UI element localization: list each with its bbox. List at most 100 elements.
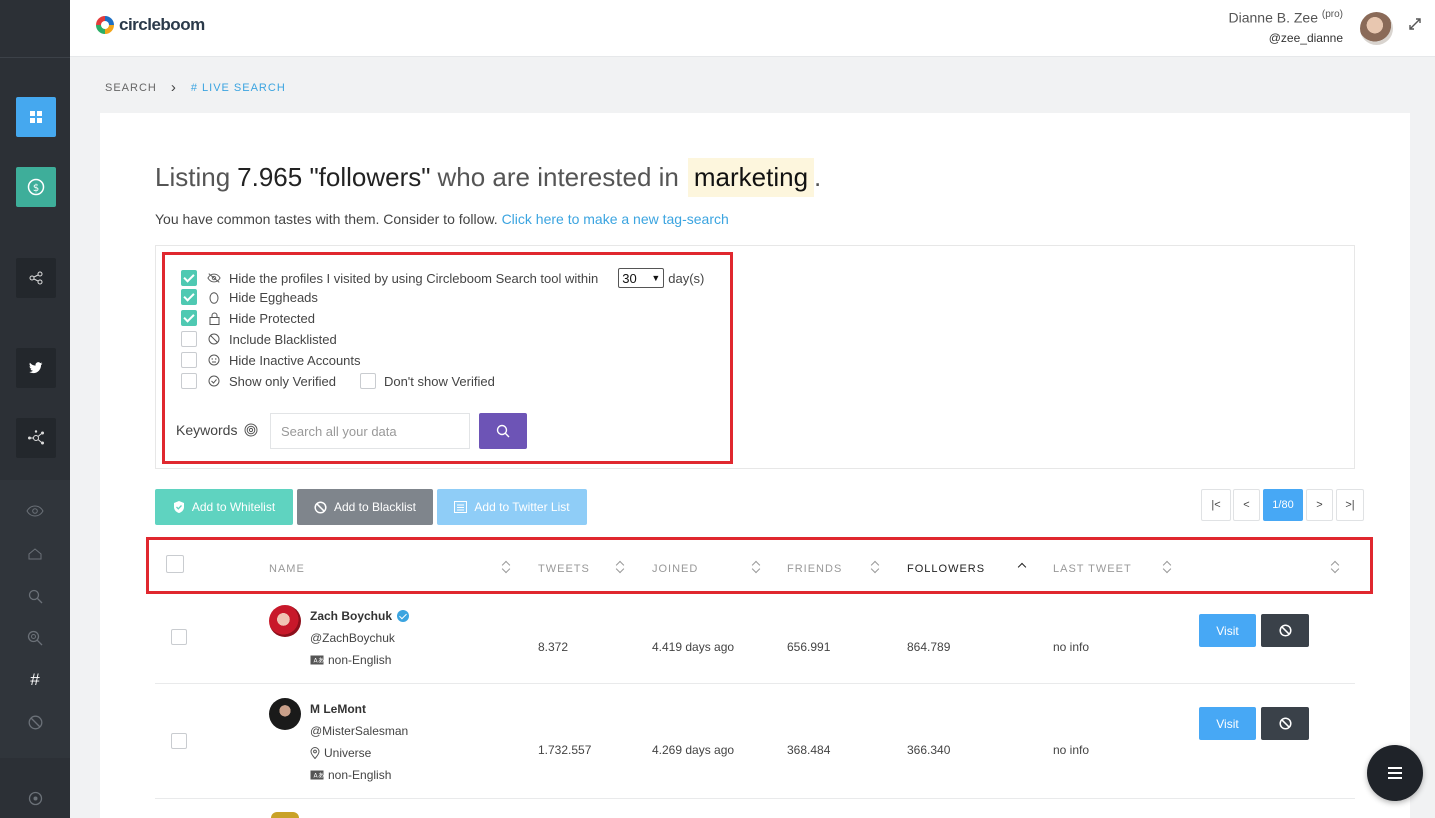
- row-checkbox[interactable]: [171, 629, 187, 645]
- dollar-circle-icon: $: [27, 178, 45, 196]
- breadcrumb-root[interactable]: SEARCH: [105, 82, 157, 94]
- row-language: Aあ non-English: [310, 768, 391, 782]
- subtitle: You have common tastes with them. Consid…: [155, 211, 729, 227]
- add-to-twitter-list-button[interactable]: Add to Twitter List: [437, 489, 587, 525]
- sidebar-item-twitter[interactable]: [16, 348, 56, 388]
- new-tag-search-link[interactable]: Click here to make a new tag-search: [502, 211, 729, 227]
- sidebar: $ #: [0, 0, 70, 818]
- hide-visited-checkbox[interactable]: [181, 270, 197, 286]
- avatar[interactable]: [269, 698, 301, 730]
- show-verified-label: Show only Verified: [229, 373, 336, 389]
- pager-next[interactable]: >: [1306, 489, 1333, 521]
- pager-prev[interactable]: <: [1233, 489, 1260, 521]
- hide-inactive-checkbox[interactable]: [181, 352, 197, 368]
- sidebar-item-advanced-search[interactable]: [22, 625, 48, 651]
- sidebar-item-home[interactable]: [22, 541, 48, 567]
- breadcrumb: SEARCH › # LIVE SEARCH: [105, 79, 286, 96]
- face-icon: [207, 354, 221, 366]
- sidebar-item-dashboard[interactable]: [16, 97, 56, 137]
- sidebar-item-live-search[interactable]: #: [22, 667, 48, 693]
- user-name-text: Dianne B. Zee: [1228, 9, 1318, 26]
- row-friends: 656.991: [787, 640, 831, 654]
- verified-icon: [207, 375, 221, 387]
- block-button[interactable]: [1261, 707, 1309, 740]
- pager-first[interactable]: |<: [1201, 489, 1231, 521]
- dont-show-verified-label: Don't show Verified: [383, 373, 495, 389]
- filter-show-verified[interactable]: Show only Verified Don't show Verified: [181, 373, 495, 389]
- brand-name: circleboom: [119, 15, 205, 34]
- show-verified-checkbox[interactable]: [181, 373, 197, 389]
- pager-current[interactable]: 1/80: [1263, 489, 1303, 521]
- filter-hide-visited[interactable]: Hide the profiles I visited by using Cir…: [181, 268, 704, 288]
- divider: [0, 57, 70, 58]
- ban-icon: [1278, 717, 1292, 730]
- sidebar-item-network[interactable]: [16, 418, 56, 458]
- row-last-tweet: no info: [1053, 743, 1090, 757]
- add-to-whitelist-button[interactable]: Add to Whitelist: [155, 489, 293, 525]
- pager-last[interactable]: >|: [1336, 489, 1364, 521]
- col-followers[interactable]: FOLLOWERS: [907, 563, 985, 575]
- sort-icon[interactable]: [752, 560, 760, 574]
- hide-eggheads-checkbox[interactable]: [181, 289, 197, 305]
- language-icon: Aあ: [310, 770, 324, 780]
- col-friends[interactable]: FRIENDS: [787, 563, 842, 575]
- keywords-input[interactable]: Search all your data: [270, 413, 470, 449]
- avatar[interactable]: [271, 812, 299, 818]
- sort-icon[interactable]: [1163, 560, 1171, 574]
- filter-hide-protected[interactable]: Hide Protected: [181, 310, 315, 326]
- sort-icon[interactable]: [502, 560, 510, 574]
- sidebar-item-visited[interactable]: [22, 498, 48, 524]
- menu-fab-button[interactable]: [1367, 745, 1423, 801]
- sort-icon[interactable]: [1331, 560, 1339, 574]
- main-card: Listing 7.965 "followers" who are intere…: [100, 113, 1410, 818]
- topbar: circleboom Dianne B. Zee (pro) @zee_dian…: [70, 0, 1435, 57]
- avatar[interactable]: [269, 605, 301, 637]
- sidebar-item-blacklist[interactable]: [22, 709, 48, 735]
- col-joined[interactable]: JOINED: [652, 563, 698, 575]
- block-button[interactable]: [1261, 614, 1309, 647]
- user-handle: @zee_dianne: [1268, 31, 1343, 45]
- visit-button[interactable]: Visit: [1199, 614, 1256, 647]
- row-location: Universe: [310, 746, 371, 760]
- dont-show-verified-checkbox[interactable]: [359, 373, 376, 389]
- sort-icon[interactable]: [871, 560, 879, 574]
- filter-include-blacklisted[interactable]: Include Blacklisted: [181, 331, 337, 347]
- include-blacklisted-checkbox[interactable]: [181, 331, 197, 347]
- days-select[interactable]: 30 ▼: [618, 268, 665, 288]
- breadcrumb-current: # LIVE SEARCH: [190, 81, 286, 94]
- col-name[interactable]: NAME: [269, 563, 305, 575]
- sidebar-item-billing[interactable]: $: [16, 167, 56, 207]
- row-name[interactable]: Zach Boychuk: [310, 609, 410, 623]
- row-last-tweet: no info: [1053, 640, 1090, 654]
- row-handle[interactable]: @MisterSalesman: [310, 724, 408, 738]
- sidebar-item-settings[interactable]: [22, 785, 48, 811]
- row-friends: 368.484: [787, 743, 831, 757]
- keywords-label: Keywords: [176, 422, 258, 438]
- row-joined: 4.419 days ago: [652, 640, 735, 654]
- fullscreen-icon[interactable]: [1408, 17, 1422, 36]
- lock-icon: [207, 312, 221, 325]
- select-all-checkbox[interactable]: [166, 555, 184, 573]
- row-checkbox[interactable]: [171, 733, 187, 749]
- col-last-tweet[interactable]: LAST TWEET: [1053, 563, 1132, 575]
- sort-icon[interactable]: [616, 560, 624, 574]
- filter-hide-inactive[interactable]: Hide Inactive Accounts: [181, 352, 361, 368]
- hide-protected-checkbox[interactable]: [181, 310, 197, 326]
- sidebar-item-search[interactable]: [22, 583, 48, 609]
- avatar[interactable]: [1360, 12, 1393, 45]
- row-name[interactable]: M LeMont: [310, 702, 366, 716]
- row-tweets: 8.372: [538, 640, 569, 654]
- filter-hide-eggheads[interactable]: Hide Eggheads: [181, 289, 318, 305]
- logo[interactable]: circleboom: [94, 14, 205, 36]
- svg-text:$: $: [33, 183, 39, 194]
- pro-badge: (pro): [1321, 9, 1343, 20]
- sidebar-item-share[interactable]: [16, 258, 56, 298]
- sort-asc-icon[interactable]: [1018, 560, 1026, 574]
- col-tweets[interactable]: TWEETS: [538, 563, 590, 575]
- add-to-blacklist-button[interactable]: Add to Blacklist: [297, 489, 433, 525]
- table-row: M LeMont @MisterSalesman Universe Aあ non…: [155, 685, 1355, 799]
- row-handle[interactable]: @ZachBoychuk: [310, 631, 395, 645]
- chevron-right-icon: ›: [170, 79, 177, 96]
- keywords-search-button[interactable]: [479, 413, 527, 449]
- visit-button[interactable]: Visit: [1199, 707, 1256, 740]
